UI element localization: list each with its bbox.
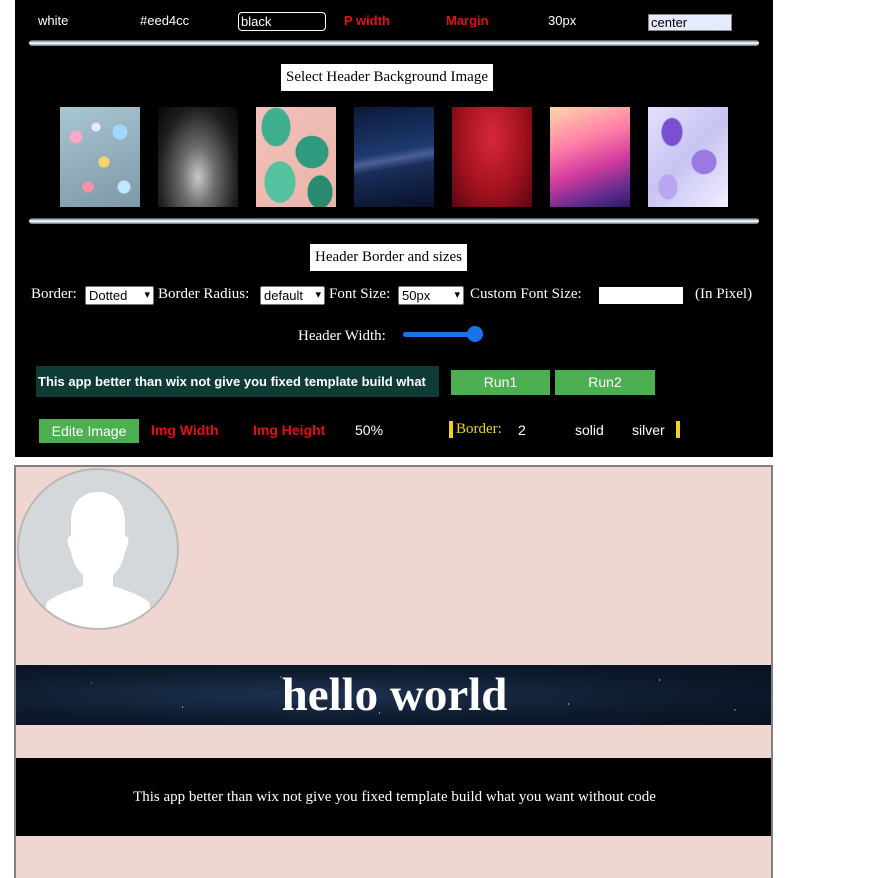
- chevron-down-icon: ▾: [144, 289, 150, 301]
- user-silhouette-icon: [41, 492, 155, 628]
- border-section-label: Header Border and sizes: [310, 244, 468, 271]
- border-group-left-marker: [449, 421, 453, 438]
- chevron-down-icon: ▾: [454, 289, 460, 301]
- img-border-label: Border:: [456, 421, 502, 437]
- page-preview: hello world This app better than wix not…: [14, 465, 773, 878]
- preview-paragraph-box: This app better than wix not give you fi…: [16, 758, 771, 836]
- bg-image-section-label: Select Header Background Image: [281, 64, 493, 91]
- header-bg-color-input[interactable]: [238, 12, 326, 31]
- img-border-width[interactable]: 2: [518, 422, 526, 438]
- separator-top: [29, 40, 759, 46]
- chevron-down-icon: ▾: [315, 289, 321, 301]
- bokeh-lights-image[interactable]: [60, 107, 140, 207]
- style-controls-row: white #eed4cc P width Margin 30px: [15, 10, 773, 36]
- tropical-leaves-image[interactable]: [256, 107, 336, 207]
- header-width-slider-handle[interactable]: [467, 326, 483, 342]
- bg-color-value[interactable]: #eed4cc: [140, 13, 189, 28]
- img-border-color[interactable]: silver: [632, 422, 665, 438]
- margin-label[interactable]: Margin: [446, 13, 489, 28]
- img-size-value[interactable]: 50%: [355, 422, 383, 438]
- blue-purple-petals-image[interactable]: [648, 107, 728, 207]
- preview-paragraph: This app better than wix not give you fi…: [133, 789, 656, 805]
- img-width-label[interactable]: Img Width: [151, 422, 219, 438]
- custom-font-size-label: Custom Font Size:: [470, 286, 582, 302]
- border-group-right-marker: [676, 421, 680, 438]
- edit-image-button[interactable]: Edite Image: [39, 419, 139, 443]
- text-align-input[interactable]: [648, 14, 732, 31]
- border-radius-label: Border Radius:: [158, 286, 250, 302]
- preview-header-title: hello world: [281, 669, 508, 721]
- pixel-unit-note: (In Pixel): [695, 286, 753, 302]
- margin-value[interactable]: 30px: [548, 13, 576, 28]
- font-size-value: 50px: [402, 288, 431, 303]
- run1-button[interactable]: Run1: [451, 370, 550, 395]
- border-style-select[interactable]: Dotted ▾: [85, 286, 154, 305]
- border-label: Border:: [31, 286, 77, 302]
- p-width-label[interactable]: P width: [344, 13, 390, 28]
- img-height-label[interactable]: Img Height: [253, 422, 325, 438]
- border-style-value: Dotted: [89, 288, 128, 303]
- paragraph-text-input[interactable]: [36, 366, 439, 397]
- border-radius-select[interactable]: default ▾: [260, 286, 325, 305]
- separator-middle: [29, 218, 759, 224]
- red-rain-image[interactable]: [452, 107, 532, 207]
- text-color-value[interactable]: white: [38, 13, 68, 28]
- milky-way-image[interactable]: [354, 107, 434, 207]
- custom-font-size-input[interactable]: [599, 287, 683, 304]
- preview-header: hello world: [16, 665, 771, 725]
- run2-button[interactable]: Run2: [555, 370, 655, 395]
- avatar[interactable]: [17, 468, 179, 630]
- editor-panel: white #eed4cc P width Margin 30px Select…: [15, 0, 773, 457]
- header-width-label: Header Width:: [298, 328, 386, 344]
- font-size-label: Font Size:: [329, 286, 391, 302]
- dark-smoke-image[interactable]: [158, 107, 238, 207]
- border-radius-value: default: [264, 288, 304, 303]
- font-size-select[interactable]: 50px ▾: [398, 286, 464, 305]
- pink-purple-gradient-image[interactable]: [550, 107, 630, 207]
- img-border-style[interactable]: solid: [575, 422, 604, 438]
